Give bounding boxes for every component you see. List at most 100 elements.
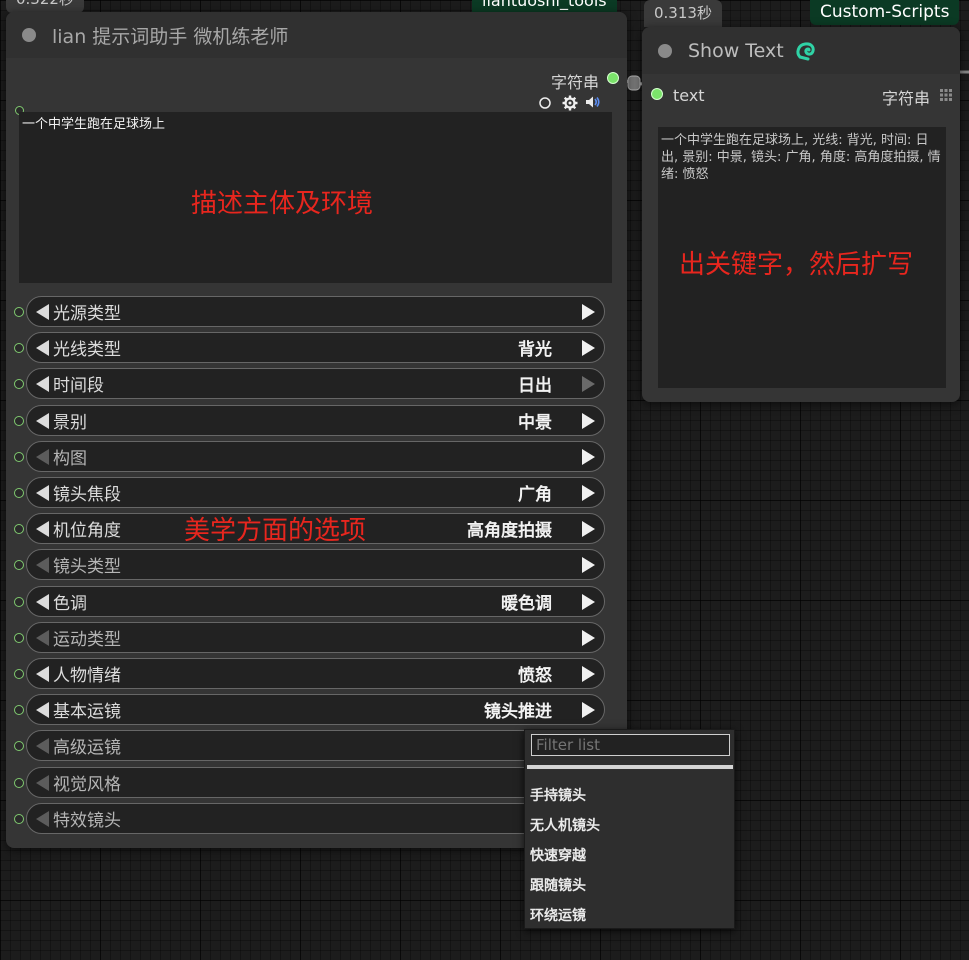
annotation-subject: 描述主体及环境 <box>191 189 374 219</box>
show-text-header[interactable]: Show Text <box>642 27 960 74</box>
arrow-left-icon[interactable] <box>36 737 49 754</box>
combo-widget[interactable]: 运动类型 <box>26 622 605 653</box>
filter-list-input[interactable] <box>531 734 730 756</box>
output-label: 字符串 <box>881 89 930 108</box>
arrow-right-icon[interactable] <box>582 701 595 718</box>
widget-input-slot[interactable] <box>14 633 24 643</box>
arrow-left-icon[interactable] <box>36 412 49 429</box>
combo-widget[interactable]: 色调 暖色调 <box>26 586 605 617</box>
widget-input-slot[interactable] <box>14 741 24 751</box>
arrow-right-icon[interactable] <box>582 448 595 465</box>
node-tab-custom-scripts[interactable]: Custom-Scripts <box>810 0 960 25</box>
combo-label: 高级运镜 <box>53 738 121 758</box>
combo-widget[interactable]: 构图 <box>26 441 605 472</box>
combo-value: 日出 <box>518 376 552 396</box>
widget-input-slot[interactable] <box>14 814 24 824</box>
arrow-left-icon[interactable] <box>36 556 49 573</box>
arrow-left-icon[interactable] <box>36 375 49 392</box>
combo-widget[interactable]: 景别 中景 <box>26 405 605 436</box>
widget-input-slot[interactable] <box>14 307 24 317</box>
arrow-right-icon[interactable] <box>582 412 595 429</box>
collapse-dot-icon[interactable] <box>22 28 36 42</box>
combo-label: 特效镜头 <box>53 811 121 831</box>
arrow-left-icon[interactable] <box>36 484 49 501</box>
combo-label: 镜头焦段 <box>53 485 121 505</box>
combo-value: 高角度拍摄 <box>467 521 552 541</box>
dropdown-item[interactable]: 环绕运镜 <box>530 905 586 925</box>
combo-widget[interactable]: 人物情绪 愤怒 <box>26 658 605 689</box>
widget-input-slot[interactable] <box>14 343 24 353</box>
combo-value: 背光 <box>518 340 552 360</box>
combo-widget[interactable]: 光源类型 <box>26 296 605 327</box>
combo-widget[interactable]: 光线类型 背光 <box>26 332 605 363</box>
dropdown-item[interactable]: 手持镜头 <box>530 785 586 805</box>
widget-input-slot[interactable] <box>14 560 24 570</box>
arrow-left-icon[interactable] <box>36 339 49 356</box>
widget-input-slot[interactable] <box>14 597 24 607</box>
dropdown-item[interactable]: 无人机镜头 <box>530 815 600 835</box>
combo-label: 光线类型 <box>53 340 121 360</box>
widget-input-slot[interactable] <box>14 416 24 426</box>
circle-icon[interactable] <box>538 96 552 110</box>
combo-widget[interactable]: 特效镜头 <box>26 803 605 834</box>
arrow-left-icon[interactable] <box>36 629 49 646</box>
combo-label: 视觉风格 <box>53 775 121 795</box>
combo-value: 中景 <box>518 413 552 433</box>
arrow-right-icon[interactable] <box>582 629 595 646</box>
combo-widget[interactable]: 视觉风格 <box>26 767 605 798</box>
speaker-icon[interactable] <box>585 95 601 109</box>
widget-input-slot[interactable] <box>14 669 24 679</box>
arrow-left-icon[interactable] <box>36 774 49 791</box>
grid-handle-icon[interactable] <box>940 89 952 101</box>
combo-value: 镜头推进 <box>484 702 552 722</box>
dropdown-item[interactable]: 跟随镜头 <box>530 875 586 895</box>
arrow-left-icon[interactable] <box>36 665 49 682</box>
arrow-left-icon[interactable] <box>36 303 49 320</box>
widget-input-slot[interactable] <box>14 452 24 462</box>
combo-label: 光源类型 <box>53 304 121 324</box>
arrow-right-icon[interactable] <box>582 303 595 320</box>
combo-value: 广角 <box>518 485 552 505</box>
combo-label: 时间段 <box>53 376 104 396</box>
arrow-right-icon[interactable] <box>582 375 595 392</box>
combo-dropdown-menu[interactable]: 手持镜头 无人机镜头 快速穿越 跟随镜头 环绕运镜 <box>524 729 735 929</box>
gear-icon[interactable] <box>562 95 578 111</box>
combo-widget[interactable]: 镜头焦段 广角 <box>26 477 605 508</box>
arrow-left-icon[interactable] <box>36 520 49 537</box>
arrow-right-icon[interactable] <box>582 593 595 610</box>
input-label: text <box>673 86 705 105</box>
output-label: 字符串 <box>550 73 599 92</box>
combo-widget[interactable]: 镜头类型 <box>26 549 605 580</box>
widget-input-slot[interactable] <box>14 705 24 715</box>
combo-widget[interactable]: 基本运镜 镜头推进 <box>26 694 605 725</box>
prompt-node-title: lian 提示词助手 微机练老师 <box>52 25 289 48</box>
annotation-note: 出关键字，然后扩写 <box>679 250 914 280</box>
arrow-left-icon[interactable] <box>36 593 49 610</box>
text-input-slot[interactable] <box>651 88 663 100</box>
arrow-right-icon[interactable] <box>582 520 595 537</box>
output-slot[interactable] <box>607 72 619 84</box>
combo-label: 运动类型 <box>53 630 121 650</box>
combo-value: 愤怒 <box>518 666 552 686</box>
combo-widget[interactable]: 时间段 日出 <box>26 368 605 399</box>
collapse-dot-icon[interactable] <box>658 43 672 58</box>
widget-input-slot[interactable] <box>14 488 24 498</box>
arrow-right-icon[interactable] <box>582 665 595 682</box>
widget-input-slot[interactable] <box>14 524 24 534</box>
widget-input-slot[interactable] <box>14 379 24 389</box>
widget-input-slot[interactable] <box>14 778 24 788</box>
arrow-right-icon[interactable] <box>582 484 595 501</box>
arrow-left-icon[interactable] <box>36 701 49 718</box>
combo-label: 人物情绪 <box>53 666 121 686</box>
combo-label: 色调 <box>53 594 87 614</box>
arrow-left-icon[interactable] <box>36 448 49 465</box>
prompt-node-header[interactable]: lian 提示词助手 微机练老师 <box>6 12 627 58</box>
show-text-node[interactable]: Show Text text 字符串 一个中学生跑在足球场上, 光线: 背光, … <box>642 27 960 402</box>
combo-label: 构图 <box>53 449 87 469</box>
dropdown-item[interactable]: 快速穿越 <box>530 845 586 865</box>
arrow-right-icon[interactable] <box>582 339 595 356</box>
arrow-right-icon[interactable] <box>582 556 595 573</box>
annotation-aesthetic: 美学方面的选项 <box>184 516 367 546</box>
combo-widget[interactable]: 高级运镜 <box>26 730 605 761</box>
arrow-left-icon[interactable] <box>36 810 49 827</box>
